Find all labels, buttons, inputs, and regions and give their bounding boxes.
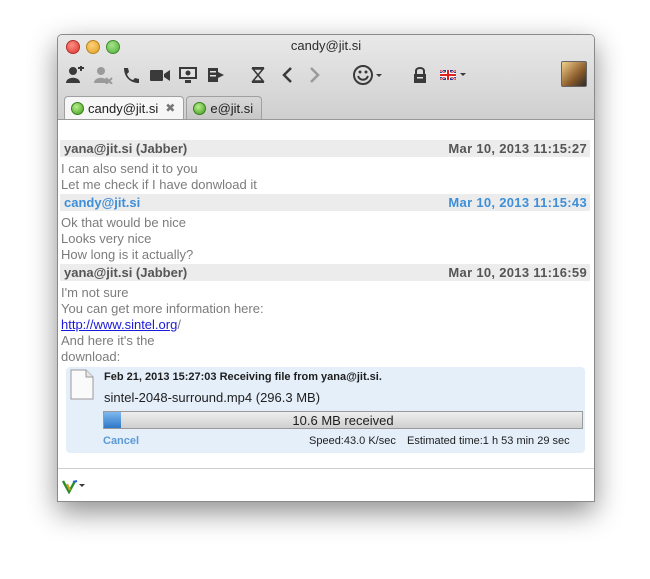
language-flag-icon[interactable] bbox=[438, 65, 468, 85]
message-line: How long is it actually? bbox=[61, 247, 194, 262]
send-file-icon[interactable] bbox=[205, 65, 227, 85]
tab-label: e@jit.si bbox=[210, 100, 254, 116]
tab-candy[interactable]: candy@jit.si ✖ bbox=[64, 96, 185, 119]
message-timestamp: Mar 10, 2013 11:16:59 bbox=[448, 265, 587, 280]
lock-icon[interactable] bbox=[410, 65, 430, 85]
transfer-eta: Estimated time:1 h 53 min 29 sec bbox=[407, 435, 570, 447]
transfer-progress-bar: 10.6 MB received bbox=[103, 411, 583, 429]
window-title: candy@jit.si bbox=[290, 38, 362, 53]
video-camera-icon[interactable] bbox=[148, 65, 172, 85]
transfer-speed: Speed:43.0 K/sec bbox=[309, 435, 396, 447]
message-input[interactable] bbox=[58, 469, 594, 501]
back-arrow-icon[interactable] bbox=[278, 65, 296, 85]
message-line: Looks very nice bbox=[61, 231, 152, 246]
transfer-filename: sintel-2048-surround.mp4 (296.3 MB) bbox=[104, 390, 321, 405]
add-contact-icon[interactable] bbox=[64, 65, 86, 85]
tab-e[interactable]: e@jit.si bbox=[186, 96, 263, 119]
sender-name: yana@jit.si (Jabber) bbox=[64, 265, 188, 280]
sender-name: candy@jit.si bbox=[64, 195, 141, 210]
message-line: I'm not sure bbox=[61, 285, 129, 300]
chat-tabs: candy@jit.si ✖ e@jit.si bbox=[64, 96, 264, 119]
transfer-header: Feb 21, 2013 15:27:03 Receiving file fro… bbox=[104, 371, 382, 383]
sintel-link[interactable]: http://www.sintel.org bbox=[61, 317, 177, 332]
message-header: yana@jit.si (Jabber) Mar 10, 2013 11:15:… bbox=[60, 140, 590, 157]
message-timestamp: Mar 10, 2013 11:15:43 bbox=[448, 195, 587, 210]
tab-label: candy@jit.si bbox=[88, 100, 159, 116]
message-header: yana@jit.si (Jabber) Mar 10, 2013 11:16:… bbox=[60, 264, 590, 281]
file-transfer-panel: Feb 21, 2013 15:27:03 Receiving file fro… bbox=[66, 367, 585, 453]
online-status-icon bbox=[193, 101, 207, 115]
cancel-transfer-button[interactable]: Cancel bbox=[103, 435, 139, 447]
remove-contact-icon[interactable] bbox=[92, 65, 114, 85]
share-desktop-icon[interactable] bbox=[177, 65, 199, 85]
message-line: http://www.sintel.org/ bbox=[61, 317, 181, 332]
message-line: Ok that would be nice bbox=[61, 215, 187, 230]
message-line: I can also send it to you bbox=[61, 161, 198, 176]
close-tab-icon[interactable]: ✖ bbox=[165, 101, 175, 115]
sender-name: yana@jit.si (Jabber) bbox=[64, 141, 188, 156]
avatar[interactable] bbox=[561, 61, 587, 87]
message-line: Let me check if I have donwload it bbox=[61, 177, 257, 192]
link-suffix: / bbox=[177, 317, 181, 332]
titlebar: candy@jit.si candy@jit.si ✖ e@jit.si bbox=[58, 35, 594, 120]
conversation-area[interactable]: yana@jit.si (Jabber) Mar 10, 2013 11:15:… bbox=[58, 121, 594, 468]
message-line: And here it's the bbox=[61, 333, 155, 348]
message-timestamp: Mar 10, 2013 11:15:27 bbox=[448, 141, 587, 156]
transfer-progress-text: 10.6 MB received bbox=[292, 413, 394, 428]
phone-icon[interactable] bbox=[120, 65, 142, 85]
message-header: candy@jit.si Mar 10, 2013 11:15:43 bbox=[60, 194, 590, 211]
file-icon bbox=[70, 369, 94, 400]
message-line: download: bbox=[61, 349, 121, 364]
chat-window: candy@jit.si candy@jit.si ✖ e@jit.si yan… bbox=[57, 34, 595, 502]
message-line: You can get more information here: bbox=[61, 301, 264, 316]
forward-arrow-icon[interactable] bbox=[306, 65, 324, 85]
online-status-icon bbox=[71, 101, 84, 115]
text-format-icon[interactable] bbox=[61, 478, 87, 494]
history-icon[interactable] bbox=[248, 65, 268, 85]
smiley-icon[interactable] bbox=[351, 65, 385, 85]
